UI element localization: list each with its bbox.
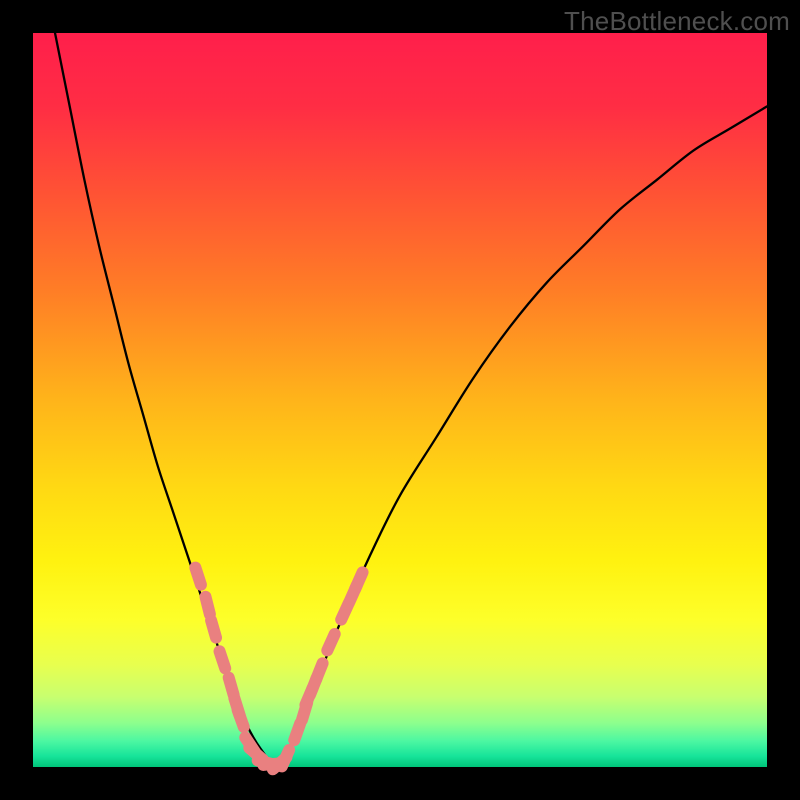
plot-area — [33, 33, 767, 767]
watermark-text: TheBottleneck.com — [564, 6, 790, 37]
marker-point — [229, 678, 234, 695]
marker-point — [206, 597, 210, 614]
marker-point — [282, 750, 289, 766]
marker-group — [195, 568, 362, 770]
curve-layer — [33, 33, 767, 767]
chart-frame: TheBottleneck.com — [0, 0, 800, 800]
marker-point — [294, 723, 300, 740]
marker-point — [211, 620, 216, 637]
marker-point — [327, 634, 334, 650]
bottleneck-curve — [55, 33, 767, 763]
marker-point — [220, 651, 226, 668]
marker-point — [316, 663, 323, 680]
marker-point — [195, 568, 201, 585]
marker-point — [355, 572, 362, 588]
marker-point — [238, 710, 244, 727]
